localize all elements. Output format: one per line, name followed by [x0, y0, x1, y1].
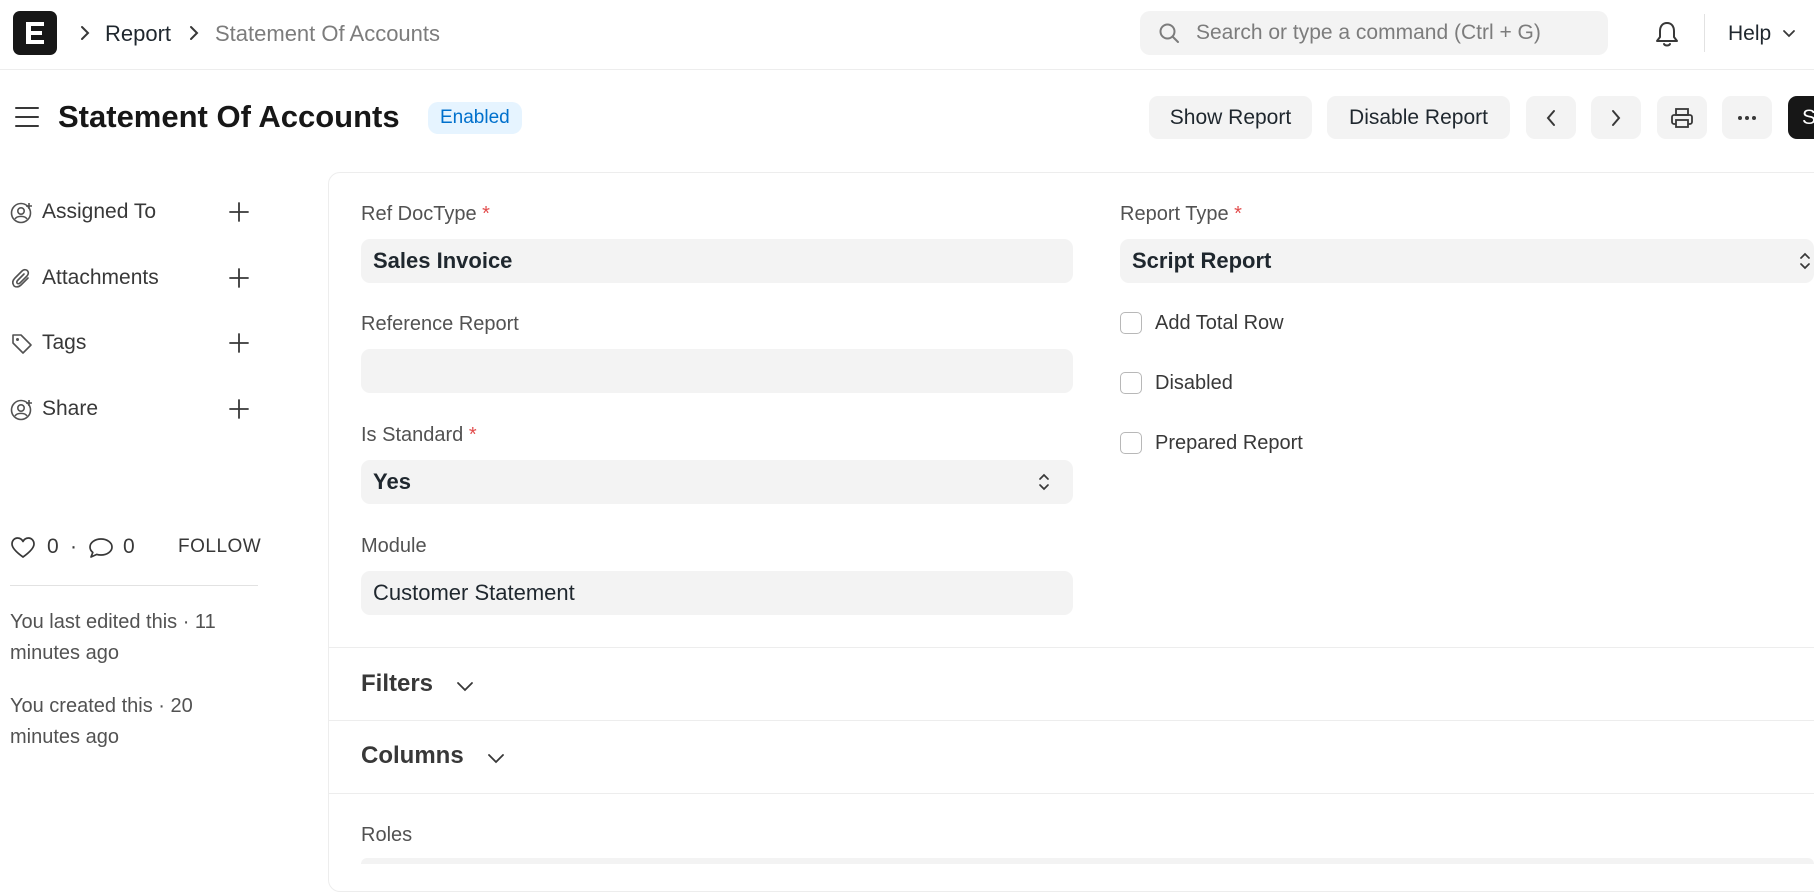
chevron-right-icon: [81, 26, 90, 40]
ref-doctype-label-text: Ref DocType: [361, 203, 477, 225]
status-badge: Enabled: [428, 102, 522, 134]
chevron-down-icon[interactable]: [456, 680, 474, 692]
section-divider: [329, 720, 1814, 721]
sidebar-item-assigned-to[interactable]: Assigned To: [10, 197, 250, 227]
sidebar-item-attachments[interactable]: Attachments: [10, 263, 250, 293]
roles-table[interactable]: [361, 858, 1814, 864]
module-label: Module: [361, 535, 427, 557]
sidebar-divider: [10, 585, 258, 586]
print-button[interactable]: [1657, 96, 1707, 139]
select-arrows-icon: [1800, 252, 1810, 270]
add-icon[interactable]: [228, 332, 250, 354]
reference-report-field[interactable]: [361, 349, 1073, 393]
report-type-label: Report Type *: [1120, 202, 1242, 226]
printer-icon: [1671, 107, 1693, 128]
disabled-label: Disabled: [1155, 372, 1233, 394]
filters-section-toggle[interactable]: Filters: [361, 669, 433, 699]
sidebar-item-tags[interactable]: Tags: [10, 328, 250, 358]
tag-icon: [12, 334, 32, 354]
report-type-label-text: Report Type: [1120, 203, 1229, 225]
add-total-row-checkbox[interactable]: [1120, 312, 1142, 334]
assign-user-icon: [10, 202, 32, 224]
top-navbar: Report Statement Of Accounts Search or t…: [0, 0, 1814, 70]
heart-icon[interactable]: [10, 536, 36, 560]
breadcrumb-current[interactable]: Statement Of Accounts: [215, 21, 440, 47]
is-standard-select[interactable]: Yes: [361, 460, 1073, 504]
timeline-last-edited: You last edited this · 11 minutes ago: [10, 611, 216, 664]
required-mark: *: [1234, 203, 1242, 225]
page-title: Statement Of Accounts: [58, 99, 400, 134]
comments-count: 0: [123, 535, 135, 558]
previous-doc-button[interactable]: [1526, 96, 1576, 139]
ref-doctype-field[interactable]: Sales Invoice: [361, 239, 1073, 283]
show-report-button[interactable]: Show Report: [1149, 96, 1312, 139]
search-placeholder: Search or type a command (Ctrl + G): [1196, 21, 1541, 44]
reference-report-label: Reference Report: [361, 313, 519, 335]
sidebar-item-label: Attachments: [42, 266, 159, 289]
disable-report-button[interactable]: Disable Report: [1327, 96, 1510, 139]
is-standard-label-text: Is Standard: [361, 424, 464, 446]
add-icon[interactable]: [228, 201, 250, 223]
paperclip-icon: [11, 268, 30, 288]
follow-button[interactable]: FOLLOW: [178, 534, 261, 560]
sidebar-item-label: Share: [42, 397, 99, 420]
stats-separator: ·: [70, 535, 77, 558]
roles-label: Roles: [361, 824, 413, 846]
report-type-value: Script Report: [1132, 248, 1272, 273]
chevron-left-icon: [1546, 109, 1555, 126]
notification-bell-icon[interactable]: [1654, 20, 1680, 48]
more-actions-button[interactable]: [1722, 96, 1772, 139]
save-button[interactable]: S: [1788, 96, 1814, 139]
comment-icon[interactable]: [88, 536, 114, 560]
chevron-down-icon[interactable]: [487, 752, 505, 764]
sidebar-item-share[interactable]: Share: [10, 394, 250, 424]
next-doc-button[interactable]: [1591, 96, 1641, 139]
app-logo-icon: [26, 22, 44, 44]
add-total-row-label: Add Total Row: [1155, 312, 1284, 334]
more-icon: [1738, 115, 1756, 120]
columns-section-toggle[interactable]: Columns: [361, 741, 464, 771]
ref-doctype-label: Ref DocType *: [361, 202, 490, 226]
section-divider: [329, 793, 1814, 794]
required-mark: *: [468, 424, 477, 446]
required-mark: *: [482, 203, 490, 225]
report-type-select[interactable]: Script Report: [1120, 239, 1814, 283]
section-divider: [329, 647, 1814, 648]
is-standard-value: Yes: [373, 469, 411, 494]
sidebar-item-label: Tags: [42, 331, 87, 354]
add-icon[interactable]: [228, 267, 250, 289]
timeline-created: You created this · 20 minutes ago: [10, 695, 193, 748]
is-standard-label: Is Standard *: [361, 423, 477, 447]
module-field[interactable]: Customer Statement: [361, 571, 1073, 615]
select-arrows-icon: [1039, 473, 1049, 491]
disabled-checkbox[interactable]: [1120, 372, 1142, 394]
sidebar-item-label: Assigned To: [42, 200, 157, 223]
search-bar[interactable]: Search or type a command (Ctrl + G): [1140, 11, 1608, 55]
navbar-divider: [1704, 14, 1705, 52]
chevron-right-icon: [1612, 109, 1621, 126]
help-menu[interactable]: Help: [1728, 21, 1771, 47]
share-user-icon: [10, 399, 32, 421]
app-logo[interactable]: [13, 11, 57, 55]
prepared-report-checkbox[interactable]: [1120, 432, 1142, 454]
search-icon: [1159, 23, 1179, 43]
likes-count: 0: [47, 535, 59, 558]
add-icon[interactable]: [228, 398, 250, 420]
prepared-report-label: Prepared Report: [1155, 432, 1303, 454]
chevron-down-icon[interactable]: [1782, 29, 1796, 39]
chevron-right-icon: [190, 26, 199, 40]
breadcrumb-report[interactable]: Report: [105, 21, 171, 47]
sidebar-toggle-icon[interactable]: [14, 106, 40, 128]
